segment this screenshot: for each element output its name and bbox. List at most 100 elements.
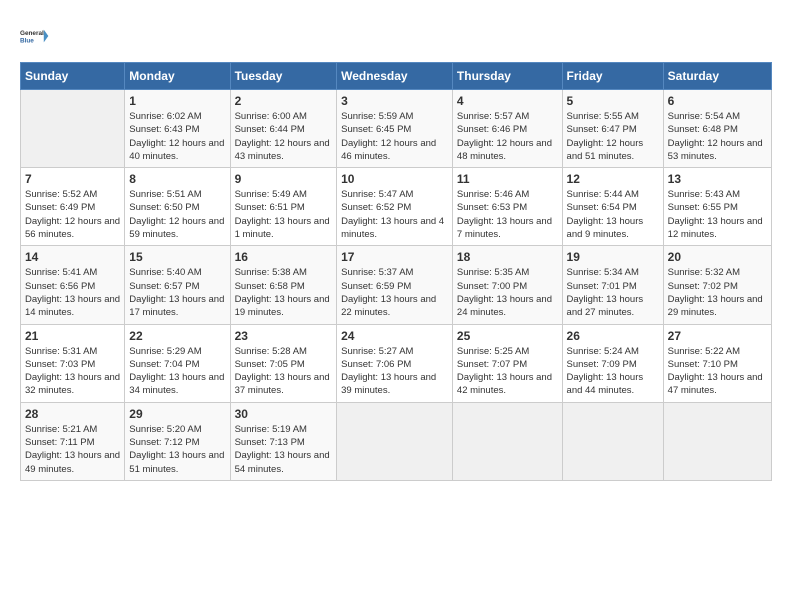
day-number: 19 — [567, 250, 659, 264]
day-number: 26 — [567, 329, 659, 343]
day-number: 15 — [129, 250, 225, 264]
day-number: 7 — [25, 172, 120, 186]
calendar-cell: 18 Sunrise: 5:35 AMSunset: 7:00 PMDayligh… — [452, 246, 562, 324]
calendar-cell: 2 Sunrise: 6:00 AMSunset: 6:44 PMDaylight… — [230, 90, 337, 168]
logo-icon: GeneralBlue — [20, 20, 52, 52]
day-number: 13 — [668, 172, 767, 186]
weekday-header: Tuesday — [230, 63, 337, 90]
day-info: Sunrise: 5:41 AMSunset: 6:56 PMDaylight:… — [25, 266, 120, 319]
calendar-cell — [337, 402, 453, 480]
day-number: 30 — [235, 407, 333, 421]
calendar-week-row: 7 Sunrise: 5:52 AMSunset: 6:49 PMDaylight… — [21, 168, 772, 246]
calendar-cell: 3 Sunrise: 5:59 AMSunset: 6:45 PMDaylight… — [337, 90, 453, 168]
day-info: Sunrise: 5:19 AMSunset: 7:13 PMDaylight:… — [235, 423, 333, 476]
calendar-cell: 14 Sunrise: 5:41 AMSunset: 6:56 PMDayligh… — [21, 246, 125, 324]
day-number: 12 — [567, 172, 659, 186]
day-info: Sunrise: 5:46 AMSunset: 6:53 PMDaylight:… — [457, 188, 558, 241]
calendar-cell: 10 Sunrise: 5:47 AMSunset: 6:52 PMDayligh… — [337, 168, 453, 246]
weekday-header: Thursday — [452, 63, 562, 90]
day-info: Sunrise: 5:22 AMSunset: 7:10 PMDaylight:… — [668, 345, 767, 398]
day-info: Sunrise: 6:00 AMSunset: 6:44 PMDaylight:… — [235, 110, 333, 163]
day-info: Sunrise: 5:21 AMSunset: 7:11 PMDaylight:… — [25, 423, 120, 476]
day-info: Sunrise: 5:20 AMSunset: 7:12 PMDaylight:… — [129, 423, 225, 476]
calendar-cell: 9 Sunrise: 5:49 AMSunset: 6:51 PMDaylight… — [230, 168, 337, 246]
day-number: 18 — [457, 250, 558, 264]
day-number: 21 — [25, 329, 120, 343]
day-info: Sunrise: 5:40 AMSunset: 6:57 PMDaylight:… — [129, 266, 225, 319]
day-info: Sunrise: 5:59 AMSunset: 6:45 PMDaylight:… — [341, 110, 448, 163]
calendar-cell — [663, 402, 771, 480]
day-info: Sunrise: 5:25 AMSunset: 7:07 PMDaylight:… — [457, 345, 558, 398]
day-number: 8 — [129, 172, 225, 186]
day-number: 3 — [341, 94, 448, 108]
day-info: Sunrise: 5:44 AMSunset: 6:54 PMDaylight:… — [567, 188, 659, 241]
day-number: 17 — [341, 250, 448, 264]
day-info: Sunrise: 5:49 AMSunset: 6:51 PMDaylight:… — [235, 188, 333, 241]
day-number: 1 — [129, 94, 225, 108]
calendar-cell: 27 Sunrise: 5:22 AMSunset: 7:10 PMDayligh… — [663, 324, 771, 402]
weekday-header: Monday — [125, 63, 230, 90]
header-row: SundayMondayTuesdayWednesdayThursdayFrid… — [21, 63, 772, 90]
day-info: Sunrise: 5:43 AMSunset: 6:55 PMDaylight:… — [668, 188, 767, 241]
day-number: 14 — [25, 250, 120, 264]
calendar-cell: 23 Sunrise: 5:28 AMSunset: 7:05 PMDayligh… — [230, 324, 337, 402]
calendar-week-row: 1 Sunrise: 6:02 AMSunset: 6:43 PMDaylight… — [21, 90, 772, 168]
calendar-cell: 12 Sunrise: 5:44 AMSunset: 6:54 PMDayligh… — [562, 168, 663, 246]
calendar-cell: 29 Sunrise: 5:20 AMSunset: 7:12 PMDayligh… — [125, 402, 230, 480]
day-number: 29 — [129, 407, 225, 421]
calendar-cell — [452, 402, 562, 480]
day-number: 11 — [457, 172, 558, 186]
day-number: 4 — [457, 94, 558, 108]
calendar-cell: 1 Sunrise: 6:02 AMSunset: 6:43 PMDaylight… — [125, 90, 230, 168]
calendar-week-row: 14 Sunrise: 5:41 AMSunset: 6:56 PMDayligh… — [21, 246, 772, 324]
day-number: 16 — [235, 250, 333, 264]
day-info: Sunrise: 5:52 AMSunset: 6:49 PMDaylight:… — [25, 188, 120, 241]
calendar-week-row: 21 Sunrise: 5:31 AMSunset: 7:03 PMDayligh… — [21, 324, 772, 402]
day-number: 9 — [235, 172, 333, 186]
day-number: 27 — [668, 329, 767, 343]
day-number: 24 — [341, 329, 448, 343]
day-info: Sunrise: 5:28 AMSunset: 7:05 PMDaylight:… — [235, 345, 333, 398]
calendar-cell: 21 Sunrise: 5:31 AMSunset: 7:03 PMDayligh… — [21, 324, 125, 402]
day-info: Sunrise: 5:55 AMSunset: 6:47 PMDaylight:… — [567, 110, 659, 163]
day-info: Sunrise: 5:29 AMSunset: 7:04 PMDaylight:… — [129, 345, 225, 398]
day-number: 6 — [668, 94, 767, 108]
day-number: 25 — [457, 329, 558, 343]
day-info: Sunrise: 5:57 AMSunset: 6:46 PMDaylight:… — [457, 110, 558, 163]
calendar-cell: 15 Sunrise: 5:40 AMSunset: 6:57 PMDayligh… — [125, 246, 230, 324]
calendar-table: SundayMondayTuesdayWednesdayThursdayFrid… — [20, 62, 772, 481]
day-info: Sunrise: 5:27 AMSunset: 7:06 PMDaylight:… — [341, 345, 448, 398]
weekday-header: Friday — [562, 63, 663, 90]
day-info: Sunrise: 5:34 AMSunset: 7:01 PMDaylight:… — [567, 266, 659, 319]
day-info: Sunrise: 5:54 AMSunset: 6:48 PMDaylight:… — [668, 110, 767, 163]
calendar-cell: 6 Sunrise: 5:54 AMSunset: 6:48 PMDaylight… — [663, 90, 771, 168]
calendar-cell: 5 Sunrise: 5:55 AMSunset: 6:47 PMDaylight… — [562, 90, 663, 168]
calendar-cell: 19 Sunrise: 5:34 AMSunset: 7:01 PMDayligh… — [562, 246, 663, 324]
day-number: 5 — [567, 94, 659, 108]
calendar-cell: 7 Sunrise: 5:52 AMSunset: 6:49 PMDaylight… — [21, 168, 125, 246]
calendar-cell: 25 Sunrise: 5:25 AMSunset: 7:07 PMDayligh… — [452, 324, 562, 402]
svg-text:Blue: Blue — [20, 37, 34, 44]
calendar-cell: 11 Sunrise: 5:46 AMSunset: 6:53 PMDayligh… — [452, 168, 562, 246]
weekday-header: Saturday — [663, 63, 771, 90]
day-number: 10 — [341, 172, 448, 186]
day-info: Sunrise: 5:31 AMSunset: 7:03 PMDaylight:… — [25, 345, 120, 398]
calendar-cell — [21, 90, 125, 168]
day-info: Sunrise: 5:47 AMSunset: 6:52 PMDaylight:… — [341, 188, 448, 241]
day-info: Sunrise: 6:02 AMSunset: 6:43 PMDaylight:… — [129, 110, 225, 163]
day-number: 23 — [235, 329, 333, 343]
day-number: 2 — [235, 94, 333, 108]
day-number: 20 — [668, 250, 767, 264]
day-info: Sunrise: 5:32 AMSunset: 7:02 PMDaylight:… — [668, 266, 767, 319]
day-number: 22 — [129, 329, 225, 343]
day-info: Sunrise: 5:24 AMSunset: 7:09 PMDaylight:… — [567, 345, 659, 398]
calendar-cell: 30 Sunrise: 5:19 AMSunset: 7:13 PMDayligh… — [230, 402, 337, 480]
calendar-week-row: 28Sunrise: 5:21 AMSunset: 7:11 PMDayligh… — [21, 402, 772, 480]
weekday-header: Wednesday — [337, 63, 453, 90]
calendar-cell: 28Sunrise: 5:21 AMSunset: 7:11 PMDayligh… — [21, 402, 125, 480]
calendar-cell: 13 Sunrise: 5:43 AMSunset: 6:55 PMDayligh… — [663, 168, 771, 246]
day-info: Sunrise: 5:38 AMSunset: 6:58 PMDaylight:… — [235, 266, 333, 319]
calendar-cell: 8Sunrise: 5:51 AMSunset: 6:50 PMDaylight… — [125, 168, 230, 246]
calendar-cell: 20 Sunrise: 5:32 AMSunset: 7:02 PMDayligh… — [663, 246, 771, 324]
day-info: Sunrise: 5:35 AMSunset: 7:00 PMDaylight:… — [457, 266, 558, 319]
